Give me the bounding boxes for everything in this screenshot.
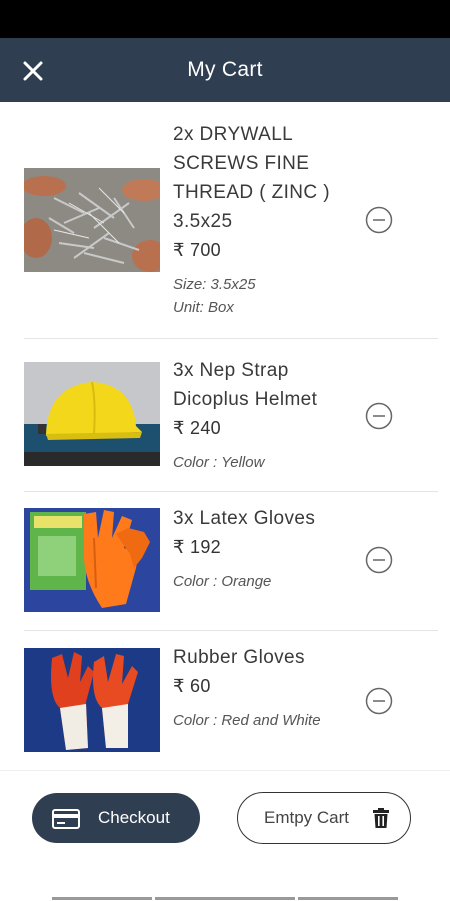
remove-item-icon[interactable] <box>365 206 393 234</box>
item-color: Color : Yellow <box>173 454 265 471</box>
cart-item: Rubber Gloves ₹ 60 Color : Red and White <box>0 631 450 770</box>
cart-item: 2x DRYWALL SCREWS FINE THREAD ( ZINC ) 3… <box>0 102 450 338</box>
app-bar: My Cart <box>0 38 450 102</box>
item-details: 3x Latex Gloves ₹ 192 Color : Orange <box>173 504 353 593</box>
item-unit: Unit: Box <box>173 299 234 316</box>
item-details: Rubber Gloves ₹ 60 Color : Red and White <box>173 643 353 732</box>
item-name: 2x DRYWALL SCREWS FINE THREAD ( ZINC ) 3… <box>173 124 330 232</box>
checkout-label: Checkout <box>98 808 170 827</box>
product-image-helmet <box>24 362 160 466</box>
item-size: Size: 3.5x25 <box>173 276 256 293</box>
item-price: ₹ 60 <box>173 676 211 696</box>
product-image-latex-gloves <box>24 508 160 612</box>
empty-cart-label: Emtpy Cart <box>264 808 350 827</box>
product-image-rubber-gloves <box>24 648 160 752</box>
item-name: Rubber Gloves <box>173 647 305 668</box>
cart-actions: Checkout Emtpy Cart <box>0 770 450 901</box>
item-price: ₹ 700 <box>173 240 221 260</box>
cart-list[interactable]: 2x DRYWALL SCREWS FINE THREAD ( ZINC ) 3… <box>0 102 450 770</box>
trash-icon <box>373 808 389 828</box>
remove-item-icon[interactable] <box>365 402 393 430</box>
item-color: Color : Red and White <box>173 712 321 729</box>
cart-item: 3x Latex Gloves ₹ 192 Color : Orange <box>0 492 450 630</box>
remove-item-icon[interactable] <box>365 687 393 715</box>
page-title: My Cart <box>187 58 263 81</box>
item-details: 2x DRYWALL SCREWS FINE THREAD ( ZINC ) 3… <box>173 120 353 319</box>
product-image-screws <box>24 168 160 272</box>
empty-cart-button[interactable]: Emtpy Cart <box>237 792 411 844</box>
item-details: 3x Nep Strap Dicoplus Helmet ₹ 240 Color… <box>173 356 353 474</box>
checkout-button[interactable]: Checkout <box>32 793 200 843</box>
item-price: ₹ 192 <box>173 537 221 557</box>
status-bar <box>0 0 450 38</box>
item-name: 3x Latex Gloves <box>173 508 316 529</box>
item-name: 3x Nep Strap Dicoplus Helmet <box>173 360 318 410</box>
item-color: Color : Orange <box>173 573 272 590</box>
cart-item: 3x Nep Strap Dicoplus Helmet ₹ 240 Color… <box>0 339 450 491</box>
credit-card-icon <box>52 809 80 829</box>
item-price: ₹ 240 <box>173 418 221 438</box>
remove-item-icon[interactable] <box>365 546 393 574</box>
